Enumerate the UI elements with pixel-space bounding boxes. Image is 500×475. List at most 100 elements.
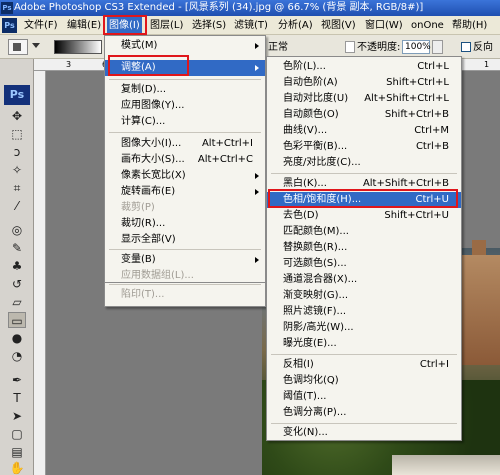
crop-tool-icon[interactable]: ⌗ (8, 180, 26, 196)
image-menu-item-rotate-canvas[interactable]: 旋转画布(E) (105, 184, 265, 200)
shape-tool-icon[interactable]: ▢ (8, 426, 26, 442)
image-menu-item-trim[interactable]: 裁切(R)... (105, 216, 265, 232)
adjust-item-match-color[interactable]: 匹配颜色(M)... (267, 224, 461, 240)
menu-divider (109, 132, 261, 133)
adjust-item-auto-color[interactable]: 自动颜色(O) Shift+Ctrl+B (267, 107, 461, 123)
reverse-label: 反向 (473, 42, 493, 53)
dodge-tool-icon[interactable]: ◔ (8, 348, 26, 364)
photo-roof (392, 455, 500, 475)
menu-bar: Ps 文件(F) 编辑(E) 图像(I) 图层(L) 选择(S) 滤镜(T) 分… (0, 16, 500, 35)
image-menu-item-mode[interactable]: 模式(M) (105, 38, 265, 54)
chevron-right-icon (255, 189, 259, 195)
image-menu-item-apply-image[interactable]: 应用图像(Y)... (105, 98, 265, 114)
chevron-right-icon (255, 65, 259, 71)
menu-divider (271, 173, 457, 174)
eyedropper-tool-icon[interactable]: ⁄ (8, 198, 26, 214)
adjust-item-threshold[interactable]: 阈值(T)... (267, 389, 461, 405)
magic-wand-tool-icon[interactable]: ✧ (8, 162, 26, 178)
marquee-tool-icon[interactable]: ⬚ (8, 126, 26, 142)
image-menu-item-duplicate[interactable]: 复制(D)... (105, 82, 265, 98)
brush-tool-icon[interactable]: ✎ (8, 240, 26, 256)
image-menu-item-adjustments[interactable]: 调整(A) (105, 60, 265, 76)
window-title: Adobe Photoshop CS3 Extended - [风景系列 (34… (14, 2, 424, 13)
path-selection-tool-icon[interactable]: ➤ (8, 408, 26, 424)
move-tool-icon[interactable]: ✥ (8, 108, 26, 124)
menu-divider (271, 354, 457, 355)
lasso-tool-icon[interactable]: ↄ (8, 144, 26, 160)
chevron-right-icon (255, 173, 259, 179)
opacity-dropdown-arrow[interactable] (432, 40, 443, 54)
menu-onone[interactable]: onOne (411, 16, 444, 35)
hand-tool-icon[interactable]: ✋ (8, 460, 26, 475)
adjust-item-posterize[interactable]: 色调分离(P)... (267, 405, 461, 421)
image-menu-item-trap: 陷印(T)... (121, 289, 165, 300)
history-brush-tool-icon[interactable]: ↺ (8, 276, 26, 292)
menu-edit[interactable]: 编辑(E) (67, 16, 101, 35)
eraser-tool-icon[interactable]: ▱ (8, 294, 26, 310)
menu-divider (271, 423, 457, 424)
adjust-item-hue-saturation[interactable]: 色相/饱和度(H)... Ctrl+U (267, 192, 461, 208)
image-menu-item-calculations[interactable]: 计算(C)... (105, 114, 265, 130)
menu-divider (109, 249, 261, 250)
adjust-item-exposure[interactable]: 曝光度(E)... (267, 336, 461, 352)
image-menu-item-reveal-all[interactable]: 显示全部(V) (105, 232, 265, 248)
adjust-item-shadow-highlight[interactable]: 阴影/高光(W)... (267, 320, 461, 336)
notes-tool-icon[interactable]: ▤ (8, 444, 26, 460)
adjust-item-levels[interactable]: 色阶(L)... Ctrl+L (267, 59, 461, 75)
menu-select[interactable]: 选择(S) (192, 16, 226, 35)
vertical-ruler (34, 71, 46, 475)
photoshop-logo-icon[interactable]: Ps (2, 18, 17, 33)
menu-image[interactable]: 图像(I) (107, 16, 142, 35)
ruler-mark: 1 (484, 60, 490, 69)
image-menu-item-canvas-size[interactable]: 画布大小(S)... Alt+Ctrl+C (105, 152, 265, 168)
menu-filter[interactable]: 滤镜(T) (234, 16, 268, 35)
menu-analysis[interactable]: 分析(A) (278, 16, 313, 35)
adjust-item-black-white[interactable]: 黑白(K)... Alt+Shift+Ctrl+B (267, 176, 461, 192)
blur-tool-icon[interactable]: ● (8, 330, 26, 346)
ruler-mark: 3 (66, 60, 72, 69)
adjust-item-desaturate[interactable]: 去色(D) Shift+Ctrl+U (267, 208, 461, 224)
adjustments-submenu: 色阶(L)... Ctrl+L 自动色阶(A) Shift+Ctrl+L 自动对… (266, 56, 462, 441)
photoshop-logo-icon: Ps (4, 85, 30, 105)
adjust-item-brightness-contrast[interactable]: 亮度/对比度(C)... (267, 155, 461, 171)
menu-view[interactable]: 视图(V) (321, 16, 356, 35)
menu-file[interactable]: 文件(F) (24, 16, 58, 35)
opacity-input[interactable]: 100% (402, 40, 431, 54)
tool-preset-picker[interactable] (8, 39, 28, 55)
menu-layer[interactable]: 图层(L) (150, 16, 183, 35)
image-menu-item-image-size[interactable]: 图像大小(I)... Alt+Ctrl+I (105, 136, 265, 152)
gradient-tool-icon[interactable]: ▭ (8, 312, 26, 328)
image-menu-item-pixel-aspect-ratio[interactable]: 像素长宽比(X) (105, 168, 265, 184)
photoshop-app-icon: Ps (1, 2, 13, 14)
pen-tool-icon[interactable]: ✒ (8, 372, 26, 388)
menu-window[interactable]: 窗口(W) (365, 16, 403, 35)
adjust-item-equalize[interactable]: 色调均化(Q) (267, 373, 461, 389)
adjust-item-auto-contrast[interactable]: 自动对比度(U) Alt+Shift+Ctrl+L (267, 91, 461, 107)
adjust-item-photo-filter[interactable]: 照片滤镜(F)... (267, 304, 461, 320)
adjust-item-selective-color[interactable]: 可选颜色(S)... (267, 256, 461, 272)
gradient-picker[interactable] (54, 40, 102, 54)
menu-help[interactable]: 帮助(H) (452, 16, 487, 35)
reverse-checkbox[interactable] (461, 42, 471, 52)
chevron-right-icon (255, 43, 259, 49)
adjust-item-curves[interactable]: 曲线(V)... Ctrl+M (267, 123, 461, 139)
adjust-item-replace-color[interactable]: 替换颜色(R)... (267, 240, 461, 256)
mode-select[interactable]: 正常 (268, 41, 288, 54)
chevron-down-icon[interactable] (32, 43, 40, 48)
clone-stamp-tool-icon[interactable]: ♣ (8, 258, 26, 274)
adjust-item-color-balance[interactable]: 色彩平衡(B)... Ctrl+B (267, 139, 461, 155)
type-tool-icon[interactable]: T (8, 390, 26, 406)
healing-brush-tool-icon[interactable]: ◎ (8, 222, 26, 238)
image-menu-item-apply-data-set: 应用数据组(L)... (121, 270, 194, 281)
image-menu-dropdown-bottom: 陷印(T)... (104, 283, 266, 307)
menu-divider (109, 284, 261, 285)
adjust-item-channel-mixer[interactable]: 通道混合器(X)... (267, 272, 461, 288)
adjust-item-auto-levels[interactable]: 自动色阶(A) Shift+Ctrl+L (267, 75, 461, 91)
image-menu-item-variables[interactable]: 变量(B) (105, 252, 265, 268)
image-menu-item-crop: 裁剪(P) (121, 202, 155, 213)
opacity-label: 不透明度: (357, 42, 401, 53)
adjust-item-invert[interactable]: 反相(I) Ctrl+I (267, 357, 461, 373)
adjust-item-variations[interactable]: 变化(N)... (267, 425, 461, 441)
adjust-item-gradient-map[interactable]: 渐变映射(G)... (267, 288, 461, 304)
mode-dropdown-arrow[interactable] (345, 41, 355, 53)
